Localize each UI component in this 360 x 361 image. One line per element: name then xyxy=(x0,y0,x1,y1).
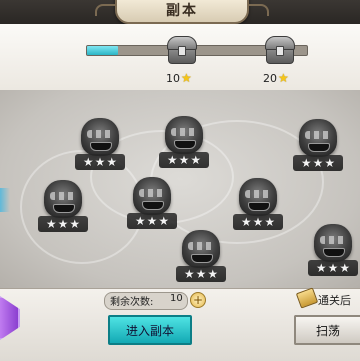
stage-stars: ★ ★ ★ xyxy=(233,214,283,230)
remaining-attempts-count: 10 xyxy=(170,293,183,304)
star-icon: ★ xyxy=(146,214,158,228)
stage-stars: ★ ★ ★ xyxy=(308,260,358,276)
star-icon: ★ xyxy=(106,155,118,169)
reward-stars-required: 20 xyxy=(263,72,277,85)
star-icon: ★ xyxy=(57,217,69,231)
reward-label-2: 20★ xyxy=(263,71,289,85)
star-icon: ★ xyxy=(324,156,336,170)
gold-star-icon: ★ xyxy=(278,71,289,85)
stage-node-7[interactable]: ★ ★ ★ xyxy=(176,230,226,290)
boss-mask-icon xyxy=(133,177,171,215)
scroll-left-hint[interactable] xyxy=(0,188,10,212)
stage-stars: ★ ★ ★ xyxy=(176,266,226,282)
stage-node-2[interactable]: ★ ★ ★ xyxy=(159,116,209,176)
star-icon: ★ xyxy=(312,156,324,170)
lock-icon xyxy=(178,46,186,56)
reward-chest-1[interactable] xyxy=(166,36,197,64)
remaining-attempts-label: 剩余次数: xyxy=(110,297,154,308)
stage-node-8[interactable]: ★ ★ ★ xyxy=(308,224,358,284)
stage-stars: ★ ★ ★ xyxy=(127,213,177,229)
star-icon: ★ xyxy=(158,214,170,228)
stage-stars: ★ ★ ★ xyxy=(293,155,343,171)
stage-node-6[interactable]: ★ ★ ★ xyxy=(233,178,283,238)
star-icon: ★ xyxy=(94,155,106,169)
stage-node-3[interactable]: ★ ★ ★ xyxy=(293,119,343,179)
reward-label-1: 10★ xyxy=(166,71,192,85)
reward-stars-required: 10 xyxy=(166,72,180,85)
star-icon: ★ xyxy=(300,156,312,170)
stage-node-5[interactable]: ★ ★ ★ xyxy=(127,177,177,237)
star-icon: ★ xyxy=(178,153,190,167)
boss-mask-icon xyxy=(182,230,220,268)
boss-mask-icon xyxy=(81,118,119,156)
star-icon: ★ xyxy=(315,261,327,275)
star-icon: ★ xyxy=(339,261,351,275)
star-icon: ★ xyxy=(134,214,146,228)
stage-stars: ★ ★ ★ xyxy=(159,152,209,168)
boss-mask-icon xyxy=(314,224,352,262)
star-icon: ★ xyxy=(166,153,178,167)
stage-node-4[interactable]: ★ ★ ★ xyxy=(38,180,88,240)
boss-mask-icon xyxy=(239,178,277,216)
stage-stars: ★ ★ ★ xyxy=(38,216,88,232)
star-icon: ★ xyxy=(190,153,202,167)
star-icon: ★ xyxy=(69,217,81,231)
star-icon: ★ xyxy=(327,261,339,275)
lock-icon xyxy=(276,46,284,56)
star-icon: ★ xyxy=(240,215,252,229)
star-icon: ★ xyxy=(183,267,195,281)
star-icon: ★ xyxy=(252,215,264,229)
star-icon: ★ xyxy=(264,215,276,229)
title-plate: 副本 xyxy=(95,0,269,24)
gold-star-icon: ★ xyxy=(181,71,192,85)
sweep-label: 扫荡 xyxy=(315,323,340,338)
sweep-button[interactable]: 扫荡 xyxy=(294,315,360,345)
star-icon: ★ xyxy=(207,267,219,281)
boss-mask-icon xyxy=(165,116,203,154)
star-icon: ★ xyxy=(45,217,57,231)
clear-reward-label: 通关后 xyxy=(318,294,351,307)
star-icon: ★ xyxy=(82,155,94,169)
add-attempts-button[interactable]: + xyxy=(190,292,206,308)
stage-node-1[interactable]: ★ ★ ★ xyxy=(75,118,125,178)
star-progress-fill xyxy=(87,46,118,55)
stage-stars: ★ ★ ★ xyxy=(75,154,125,170)
boss-mask-icon xyxy=(299,119,337,157)
plus-icon: + xyxy=(192,293,204,307)
enter-dungeon-label: 进入副本 xyxy=(125,323,174,338)
reward-chest-2[interactable] xyxy=(264,36,295,64)
star-icon: ★ xyxy=(195,267,207,281)
enter-dungeon-button[interactable]: 进入副本 xyxy=(108,315,192,345)
page-title: 副本 xyxy=(166,3,198,19)
boss-mask-icon xyxy=(44,180,82,218)
